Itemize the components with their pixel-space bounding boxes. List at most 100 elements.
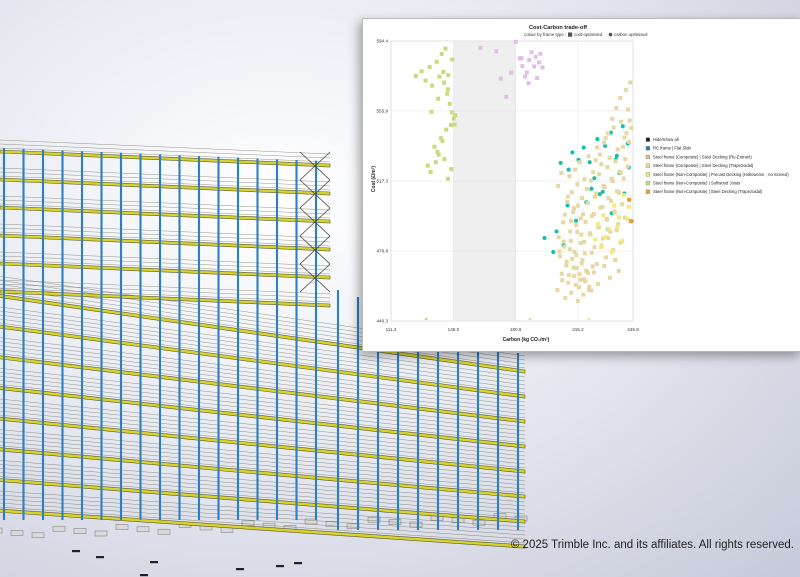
legend-swatch[interactable]	[645, 181, 650, 186]
data-point	[628, 219, 633, 224]
data-point	[437, 74, 442, 79]
data-point	[573, 167, 578, 172]
data-point	[571, 210, 576, 215]
legend-label[interactable]: Steel frame (Composite) | Steel Decking …	[653, 154, 752, 159]
data-point	[446, 176, 451, 181]
data-point	[607, 275, 612, 280]
x-tick-label: 245.8	[627, 327, 639, 332]
data-point	[443, 46, 448, 51]
legend-swatch[interactable]	[645, 172, 650, 177]
subtitle-prefix: colour by frame type ;	[524, 32, 566, 37]
data-point	[566, 273, 571, 278]
data-point	[571, 265, 576, 270]
data-point	[612, 203, 617, 208]
data-point	[598, 245, 603, 250]
legend-label[interactable]: Steel frame (Non-Composite) | Steel Deck…	[653, 189, 763, 194]
footing	[94, 530, 108, 537]
y-tick-label: 594.4	[377, 39, 389, 44]
legend-swatch[interactable]	[645, 146, 650, 151]
data-point	[434, 59, 439, 64]
data-point	[604, 217, 609, 222]
x-axis-label: Carbon (kg CO₂/m²)	[503, 337, 550, 343]
data-point	[446, 73, 451, 78]
data-point	[425, 163, 430, 168]
data-point	[574, 253, 579, 258]
data-point	[604, 255, 609, 260]
y-tick-label: 555.9	[377, 109, 389, 114]
data-point	[583, 219, 588, 224]
data-point	[453, 113, 458, 118]
subtitle-square-marker	[568, 32, 573, 37]
data-point	[579, 261, 584, 266]
x-tick-label: 215.2	[572, 327, 584, 332]
data-point	[614, 106, 619, 111]
data-point	[609, 198, 614, 203]
legend-label[interactable]: Steel frame (Composite) | Steel Decking …	[653, 163, 754, 168]
legend-swatch[interactable]	[645, 154, 650, 160]
legend-label[interactable]: Hide/Show all	[653, 137, 679, 142]
data-point	[625, 216, 630, 221]
data-point	[567, 247, 572, 252]
legend-swatch[interactable]	[645, 189, 650, 194]
deck-gridline	[0, 494, 526, 532]
data-point	[578, 277, 583, 282]
data-point	[519, 56, 524, 61]
data-point	[588, 232, 593, 237]
deck-gridline	[0, 227, 331, 243]
floor-slab	[0, 386, 526, 449]
footing	[136, 526, 150, 533]
data-point	[570, 256, 575, 261]
data-point	[595, 222, 600, 227]
data-point	[430, 83, 435, 88]
legend-label[interactable]: Steel frame (Non-Composite) | Softwood J…	[653, 181, 740, 186]
x-tick-label: 111.3	[386, 327, 397, 332]
data-point	[620, 202, 625, 207]
data-point	[594, 191, 599, 196]
legend-swatch[interactable]	[645, 137, 650, 142]
data-point	[448, 122, 453, 127]
data-point	[625, 164, 630, 169]
data-point	[569, 190, 574, 195]
data-point	[623, 157, 628, 162]
data-point	[436, 96, 441, 101]
data-point	[589, 250, 594, 255]
data-point	[591, 211, 596, 216]
data-point	[568, 238, 573, 243]
data-point	[423, 78, 428, 83]
data-point	[432, 144, 437, 149]
data-point	[602, 263, 607, 268]
data-point	[618, 170, 623, 175]
data-point	[537, 60, 542, 65]
tower-floor-slab	[0, 205, 331, 224]
data-point	[584, 187, 589, 192]
data-point	[580, 257, 585, 262]
deck-gridline	[0, 490, 526, 528]
legend-swatch[interactable]	[645, 163, 650, 168]
data-point	[564, 259, 569, 264]
data-point	[601, 140, 606, 145]
data-point	[523, 74, 528, 79]
data-point	[621, 176, 626, 181]
data-point	[569, 219, 574, 224]
data-point	[619, 119, 624, 124]
data-point	[573, 218, 579, 223]
y-tick-label: 517.3	[377, 179, 389, 184]
data-point	[572, 274, 577, 279]
data-point	[588, 178, 593, 183]
data-point	[629, 126, 634, 131]
data-point	[533, 54, 538, 59]
data-point	[561, 239, 566, 244]
legend-label[interactable]: RC frame | Flat Slab	[653, 146, 692, 151]
data-point	[582, 239, 587, 244]
footing	[0, 527, 3, 534]
data-point	[627, 118, 632, 123]
data-point	[566, 167, 571, 172]
legend-label[interactable]: Steel frame (Non-Composite) | Precast De…	[653, 172, 789, 177]
data-point	[593, 237, 598, 242]
data-point	[450, 57, 455, 62]
data-point	[562, 244, 567, 249]
data-point	[614, 153, 619, 158]
data-point	[558, 254, 563, 259]
data-point	[585, 200, 590, 205]
data-point	[612, 209, 617, 214]
